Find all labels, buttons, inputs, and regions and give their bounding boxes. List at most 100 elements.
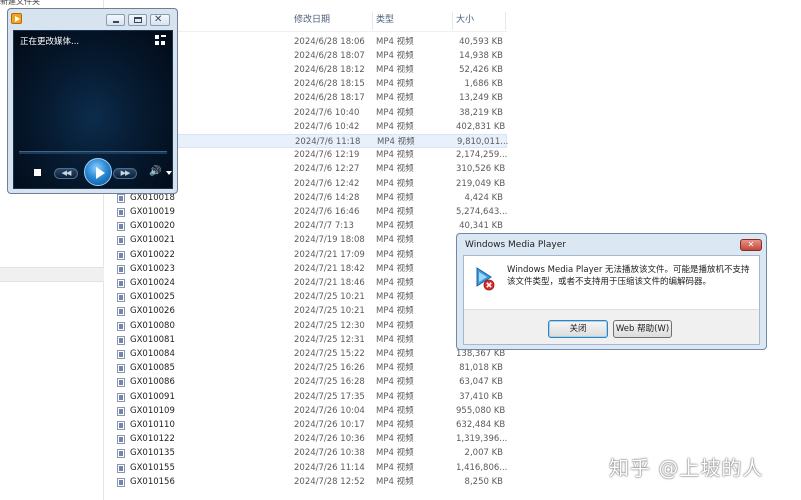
file-type: MP4 视频 (376, 36, 414, 47)
video-file-icon (117, 193, 125, 203)
file-size: 632,484 KB (456, 419, 506, 430)
file-date: 2024/7/25 10:21 (294, 292, 365, 303)
web-help-button[interactable]: Web 帮助(W) (613, 320, 672, 338)
close-icon: ✕ (154, 14, 163, 25)
previous-button[interactable]: ◀◀ (54, 168, 78, 179)
file-row[interactable]: GX010086 2024/7/25 16:28 MP4 视频 63,047 KB (110, 375, 507, 389)
next-button[interactable]: ▶▶ (113, 168, 137, 179)
file-name: GX010086 (130, 377, 175, 388)
column-divider[interactable] (452, 12, 453, 30)
close-dialog-button[interactable]: 关闭 (548, 320, 608, 338)
file-name: GX010155 (130, 462, 175, 473)
file-type: MP4 视频 (376, 462, 414, 473)
file-row[interactable]: GX010109 2024/7/26 10:04 MP4 视频 955,080 KB (110, 404, 507, 418)
seek-bar[interactable] (19, 151, 167, 154)
file-row[interactable]: GX010025 2024/7/25 10:21 MP4 视频 (110, 290, 507, 304)
file-type: MP4 视频 (376, 93, 414, 104)
file-date: 2024/7/26 10:38 (294, 448, 365, 459)
watermark: 知乎 @上坡的人 (609, 456, 764, 480)
video-area[interactable]: 正在更改媒体... ◀◀ ▶▶ 🔊 (13, 30, 173, 189)
column-header-date[interactable]: 修改日期 (294, 12, 330, 32)
file-row[interactable]: GX010081 2024/7/25 12:31 MP4 视频 (110, 333, 507, 347)
file-row[interactable]: GX010091 2024/7/25 17:35 MP4 视频 37,410 KB (110, 390, 507, 404)
file-name: GX010135 (130, 448, 175, 459)
file-size: 1,686 KB (464, 79, 503, 90)
file-size: 402,831 KB (456, 121, 506, 132)
file-type: MP4 视频 (376, 121, 414, 132)
file-date: 2024/7/26 10:04 (294, 405, 365, 416)
column-header-type[interactable]: 类型 (376, 12, 394, 32)
dialog-body: Windows Media Player 无法播放该文件。可能是播放机不支持该文… (463, 255, 760, 345)
file-date: 2024/7/6 16:46 (294, 206, 360, 217)
column-header-size[interactable]: 大小 (456, 12, 474, 32)
column-divider[interactable] (505, 12, 506, 30)
play-button[interactable] (84, 158, 112, 186)
dialog-title: Windows Media Player (465, 240, 566, 250)
media-player-titlebar[interactable]: ✕ (8, 9, 177, 31)
file-row[interactable]: GX010021 2024/7/19 18:08 MP4 视频 (110, 233, 507, 247)
file-type: MP4 视频 (376, 448, 414, 459)
media-player-app-icon (11, 13, 22, 24)
file-size: 4,424 KB (464, 192, 503, 203)
maximize-button[interactable] (128, 14, 147, 26)
switch-to-library-icon[interactable] (155, 35, 166, 46)
media-player-window[interactable]: ✕ 正在更改媒体... ◀◀ ▶▶ 🔊 (7, 8, 178, 194)
file-size: 14,938 KB (459, 50, 503, 61)
file-row[interactable]: GX010085 2024/7/25 16:26 MP4 视频 81,018 KB (110, 361, 507, 375)
file-date: 2024/7/6 10:40 (294, 107, 360, 118)
file-size: 1,416,806... (456, 462, 508, 473)
file-row[interactable]: GX010024 2024/7/21 18:46 MP4 视频 (110, 276, 507, 290)
minimize-icon (113, 21, 119, 23)
volume-dropdown-icon[interactable] (166, 171, 172, 175)
file-row[interactable]: GX010110 2024/7/26 10:17 MP4 视频 632,484 KB (110, 418, 507, 432)
file-date: 2024/7/21 18:46 (294, 277, 365, 288)
dialog-close-button[interactable]: ✕ (740, 239, 762, 251)
video-file-icon (117, 364, 125, 374)
file-row[interactable]: GX010019 2024/7/6 16:46 MP4 视频 5,274,643... (110, 205, 507, 219)
file-row[interactable]: GX010135 2024/7/26 10:38 MP4 视频 2,007 KB (110, 446, 507, 460)
file-size: 40,593 KB (459, 36, 503, 47)
close-button[interactable]: ✕ (150, 14, 170, 26)
file-row[interactable]: GX010156 2024/7/28 12:52 MP4 视频 8,250 KB (110, 475, 507, 489)
file-size: 310,526 KB (456, 164, 506, 175)
file-row[interactable]: GX010155 2024/7/26 11:14 MP4 视频 1,416,806..… (110, 461, 507, 475)
file-row[interactable]: GX010023 2024/7/21 18:42 MP4 视频 (110, 262, 507, 276)
file-row[interactable]: GX010022 2024/7/21 17:09 MP4 视频 (110, 248, 507, 262)
minimize-button[interactable] (106, 14, 125, 26)
file-date: 2024/7/26 10:36 (294, 434, 365, 445)
nav-selected-item[interactable] (0, 267, 104, 282)
file-date: 2024/7/6 11:18 (295, 136, 361, 147)
file-type: MP4 视频 (376, 419, 414, 430)
stop-button[interactable] (34, 169, 41, 176)
file-type: MP4 视频 (376, 249, 414, 260)
file-type: MP4 视频 (376, 405, 414, 416)
file-date: 2024/6/28 18:17 (294, 93, 365, 104)
file-row[interactable]: GX010084 2024/7/25 15:22 MP4 视频 138,367 KB (110, 347, 507, 361)
file-date: 2024/7/26 11:14 (294, 462, 365, 473)
file-date: 2024/7/25 16:28 (294, 377, 365, 388)
column-divider[interactable] (372, 12, 373, 30)
media-player-error-icon (476, 267, 495, 291)
volume-icon[interactable]: 🔊 (149, 166, 161, 177)
file-size: 9,810,011... (457, 136, 509, 147)
file-name: GX010020 (130, 221, 175, 232)
file-date: 2024/6/28 18:06 (294, 36, 365, 47)
file-date: 2024/7/6 12:42 (294, 178, 360, 189)
player-status-text: 正在更改媒体... (20, 37, 80, 47)
file-name: GX010156 (130, 476, 175, 487)
video-file-icon (117, 264, 125, 274)
file-row[interactable]: GX010122 2024/7/26 10:36 MP4 视频 1,319,396..… (110, 432, 507, 446)
file-date: 2024/6/28 18:15 (294, 79, 365, 90)
file-date: 2024/7/6 12:19 (294, 150, 360, 161)
file-type: MP4 视频 (376, 348, 414, 359)
file-name: GX010019 (130, 206, 175, 217)
file-date: 2024/7/6 14:28 (294, 192, 360, 203)
file-row[interactable]: GX010026 2024/7/25 10:21 MP4 视频 (110, 304, 507, 318)
file-size: 219,049 KB (456, 178, 506, 189)
file-row[interactable]: GX010020 2024/7/7 7:13 MP4 视频 40,341 KB (110, 219, 507, 233)
file-name: GX010026 (130, 306, 175, 317)
file-row[interactable]: GX010080 2024/7/25 12:30 MP4 视频 (110, 319, 507, 333)
file-name: GX010091 (130, 391, 175, 402)
file-date: 2024/6/28 18:12 (294, 64, 365, 75)
file-date: 2024/7/28 12:52 (294, 476, 365, 487)
